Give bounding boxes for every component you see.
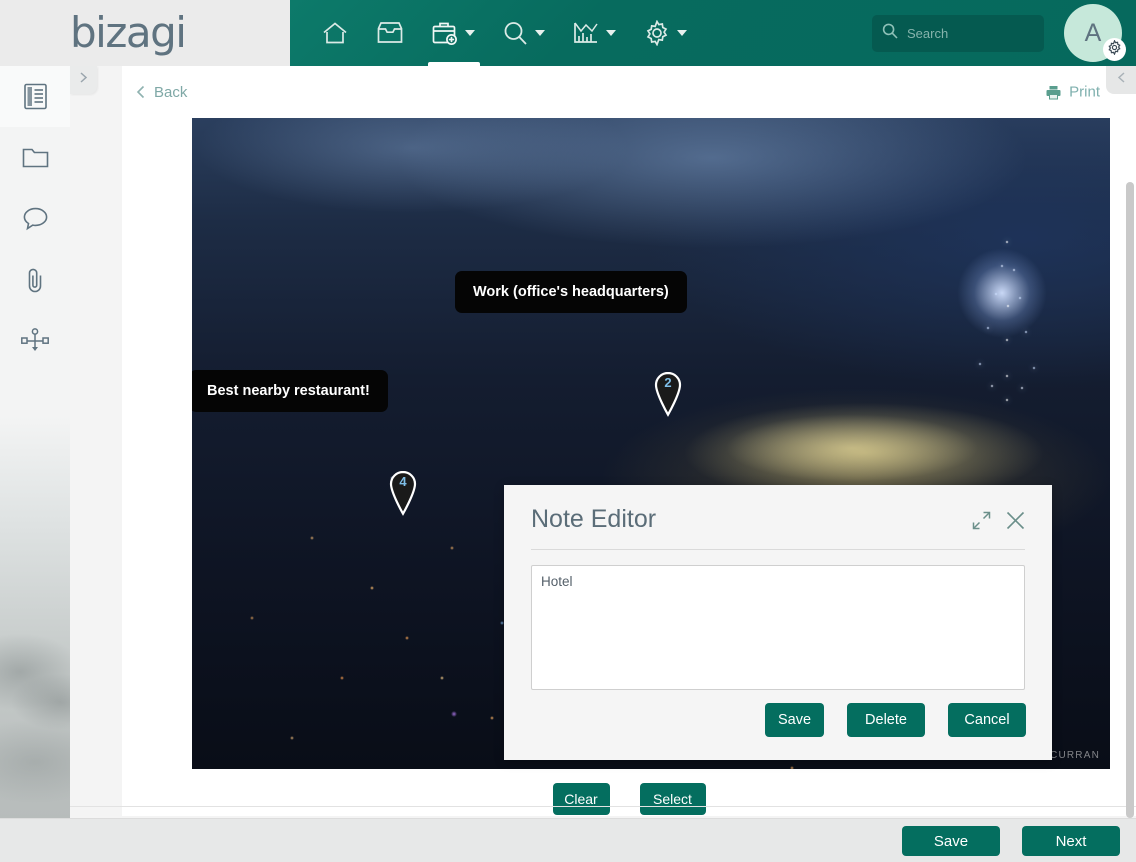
- nav-icon-group: [308, 0, 701, 66]
- bizagi-logo[interactable]: bizagi: [70, 12, 187, 54]
- map-pin-tooltip-text: Work (office's headquarters): [473, 284, 669, 300]
- sidebar-item-process-flow[interactable]: [0, 310, 70, 371]
- map-pin-tooltip: Work (office's headquarters): [455, 271, 687, 313]
- printer-icon: [1046, 85, 1061, 99]
- print-label: Print: [1069, 83, 1100, 101]
- process-icon: [21, 327, 49, 354]
- form-toolbar: Back Print: [122, 66, 1136, 118]
- chevron-right-icon: [78, 71, 89, 89]
- gear-icon: [1107, 38, 1122, 60]
- inbox-icon: [376, 21, 404, 45]
- form-next-button[interactable]: Next: [1022, 826, 1120, 856]
- sidebar-item-comments[interactable]: [0, 188, 70, 249]
- gear-icon: [644, 20, 670, 46]
- nav-item-new-case[interactable]: [418, 0, 489, 66]
- brand-zone: bizagi: [0, 0, 290, 66]
- right-panel-collapse-button[interactable]: [1106, 66, 1136, 94]
- chevron-down-icon: [677, 30, 687, 36]
- new-case-icon: [432, 21, 458, 46]
- chevron-down-icon: [535, 30, 545, 36]
- main-navigation: Search A: [290, 0, 1136, 66]
- search-icon: [882, 23, 898, 44]
- map-pin-4[interactable]: 4: [387, 470, 419, 516]
- map-pin-tooltip: Best nearby restaurant!: [192, 370, 388, 412]
- app-root: Back Print Work (office's headquarters) …: [0, 0, 1136, 862]
- vertical-scrollbar[interactable]: [1126, 182, 1134, 818]
- map-pin-2[interactable]: 2: [652, 371, 684, 417]
- map-pin-tooltip-text: Best nearby restaurant!: [207, 383, 370, 399]
- bottom-action-group: Save Next: [902, 819, 1120, 862]
- select-button[interactable]: Select: [639, 783, 706, 815]
- map-controls-row: Clear Select: [122, 783, 1136, 815]
- sidebar-item-attachments[interactable]: [0, 249, 70, 310]
- note-editor-header: Note Editor: [504, 485, 1052, 532]
- search-input[interactable]: Search: [872, 14, 1044, 52]
- close-icon[interactable]: [1005, 510, 1026, 531]
- bottom-action-bar: Save Next: [0, 818, 1136, 862]
- home-icon: [322, 21, 348, 45]
- note-delete-button[interactable]: Delete: [847, 703, 925, 737]
- note-text-input[interactable]: [531, 565, 1025, 690]
- sidebar-item-form[interactable]: [0, 66, 70, 127]
- sidebar-item-list: [0, 66, 70, 371]
- analytics-icon: [573, 21, 599, 45]
- paperclip-icon: [24, 266, 46, 294]
- map-photo-tower-lights: [962, 236, 1052, 411]
- back-button[interactable]: Back: [130, 80, 193, 105]
- back-label: Back: [154, 83, 188, 101]
- avatar-settings-button[interactable]: [1103, 38, 1126, 61]
- nav-item-inbox[interactable]: [362, 0, 418, 66]
- note-editor-button-row: Save Delete Cancel: [765, 703, 1026, 737]
- clear-button[interactable]: Clear: [552, 783, 610, 815]
- search-icon: [503, 21, 528, 46]
- page-seam-divider: [0, 806, 1136, 807]
- note-editor-header-actions: [972, 507, 1026, 531]
- note-cancel-button[interactable]: Cancel: [948, 703, 1026, 737]
- print-button[interactable]: Print: [1046, 84, 1100, 101]
- avatar: A: [1064, 4, 1126, 62]
- form-icon: [23, 83, 48, 110]
- chevron-left-icon: [1116, 71, 1127, 89]
- top-header: bizagi Search A: [0, 0, 1136, 66]
- note-editor-title: Note Editor: [531, 505, 657, 533]
- search-placeholder: Search: [907, 25, 949, 41]
- left-sidebar-rail: [0, 66, 70, 862]
- sidebar-item-documents[interactable]: [0, 127, 70, 188]
- note-editor-divider: [531, 549, 1025, 550]
- form-save-button[interactable]: Save: [902, 826, 1000, 856]
- nav-item-analytics[interactable]: [559, 0, 630, 66]
- nav-item-search[interactable]: [489, 0, 559, 66]
- header-right-group: Search A: [872, 0, 1136, 66]
- chevron-left-icon: [136, 85, 146, 99]
- sidebar-expand-button[interactable]: [70, 66, 97, 94]
- nav-item-admin[interactable]: [630, 0, 701, 66]
- expand-icon[interactable]: [972, 511, 991, 530]
- chevron-down-icon: [606, 30, 616, 36]
- comment-icon: [23, 207, 48, 231]
- folder-icon: [22, 146, 49, 169]
- chevron-down-icon: [465, 30, 475, 36]
- note-editor-dialog: Note Editor Hotel Save Delete Cancel: [504, 485, 1052, 760]
- note-save-button[interactable]: Save: [765, 703, 824, 737]
- nav-item-home[interactable]: [308, 0, 362, 66]
